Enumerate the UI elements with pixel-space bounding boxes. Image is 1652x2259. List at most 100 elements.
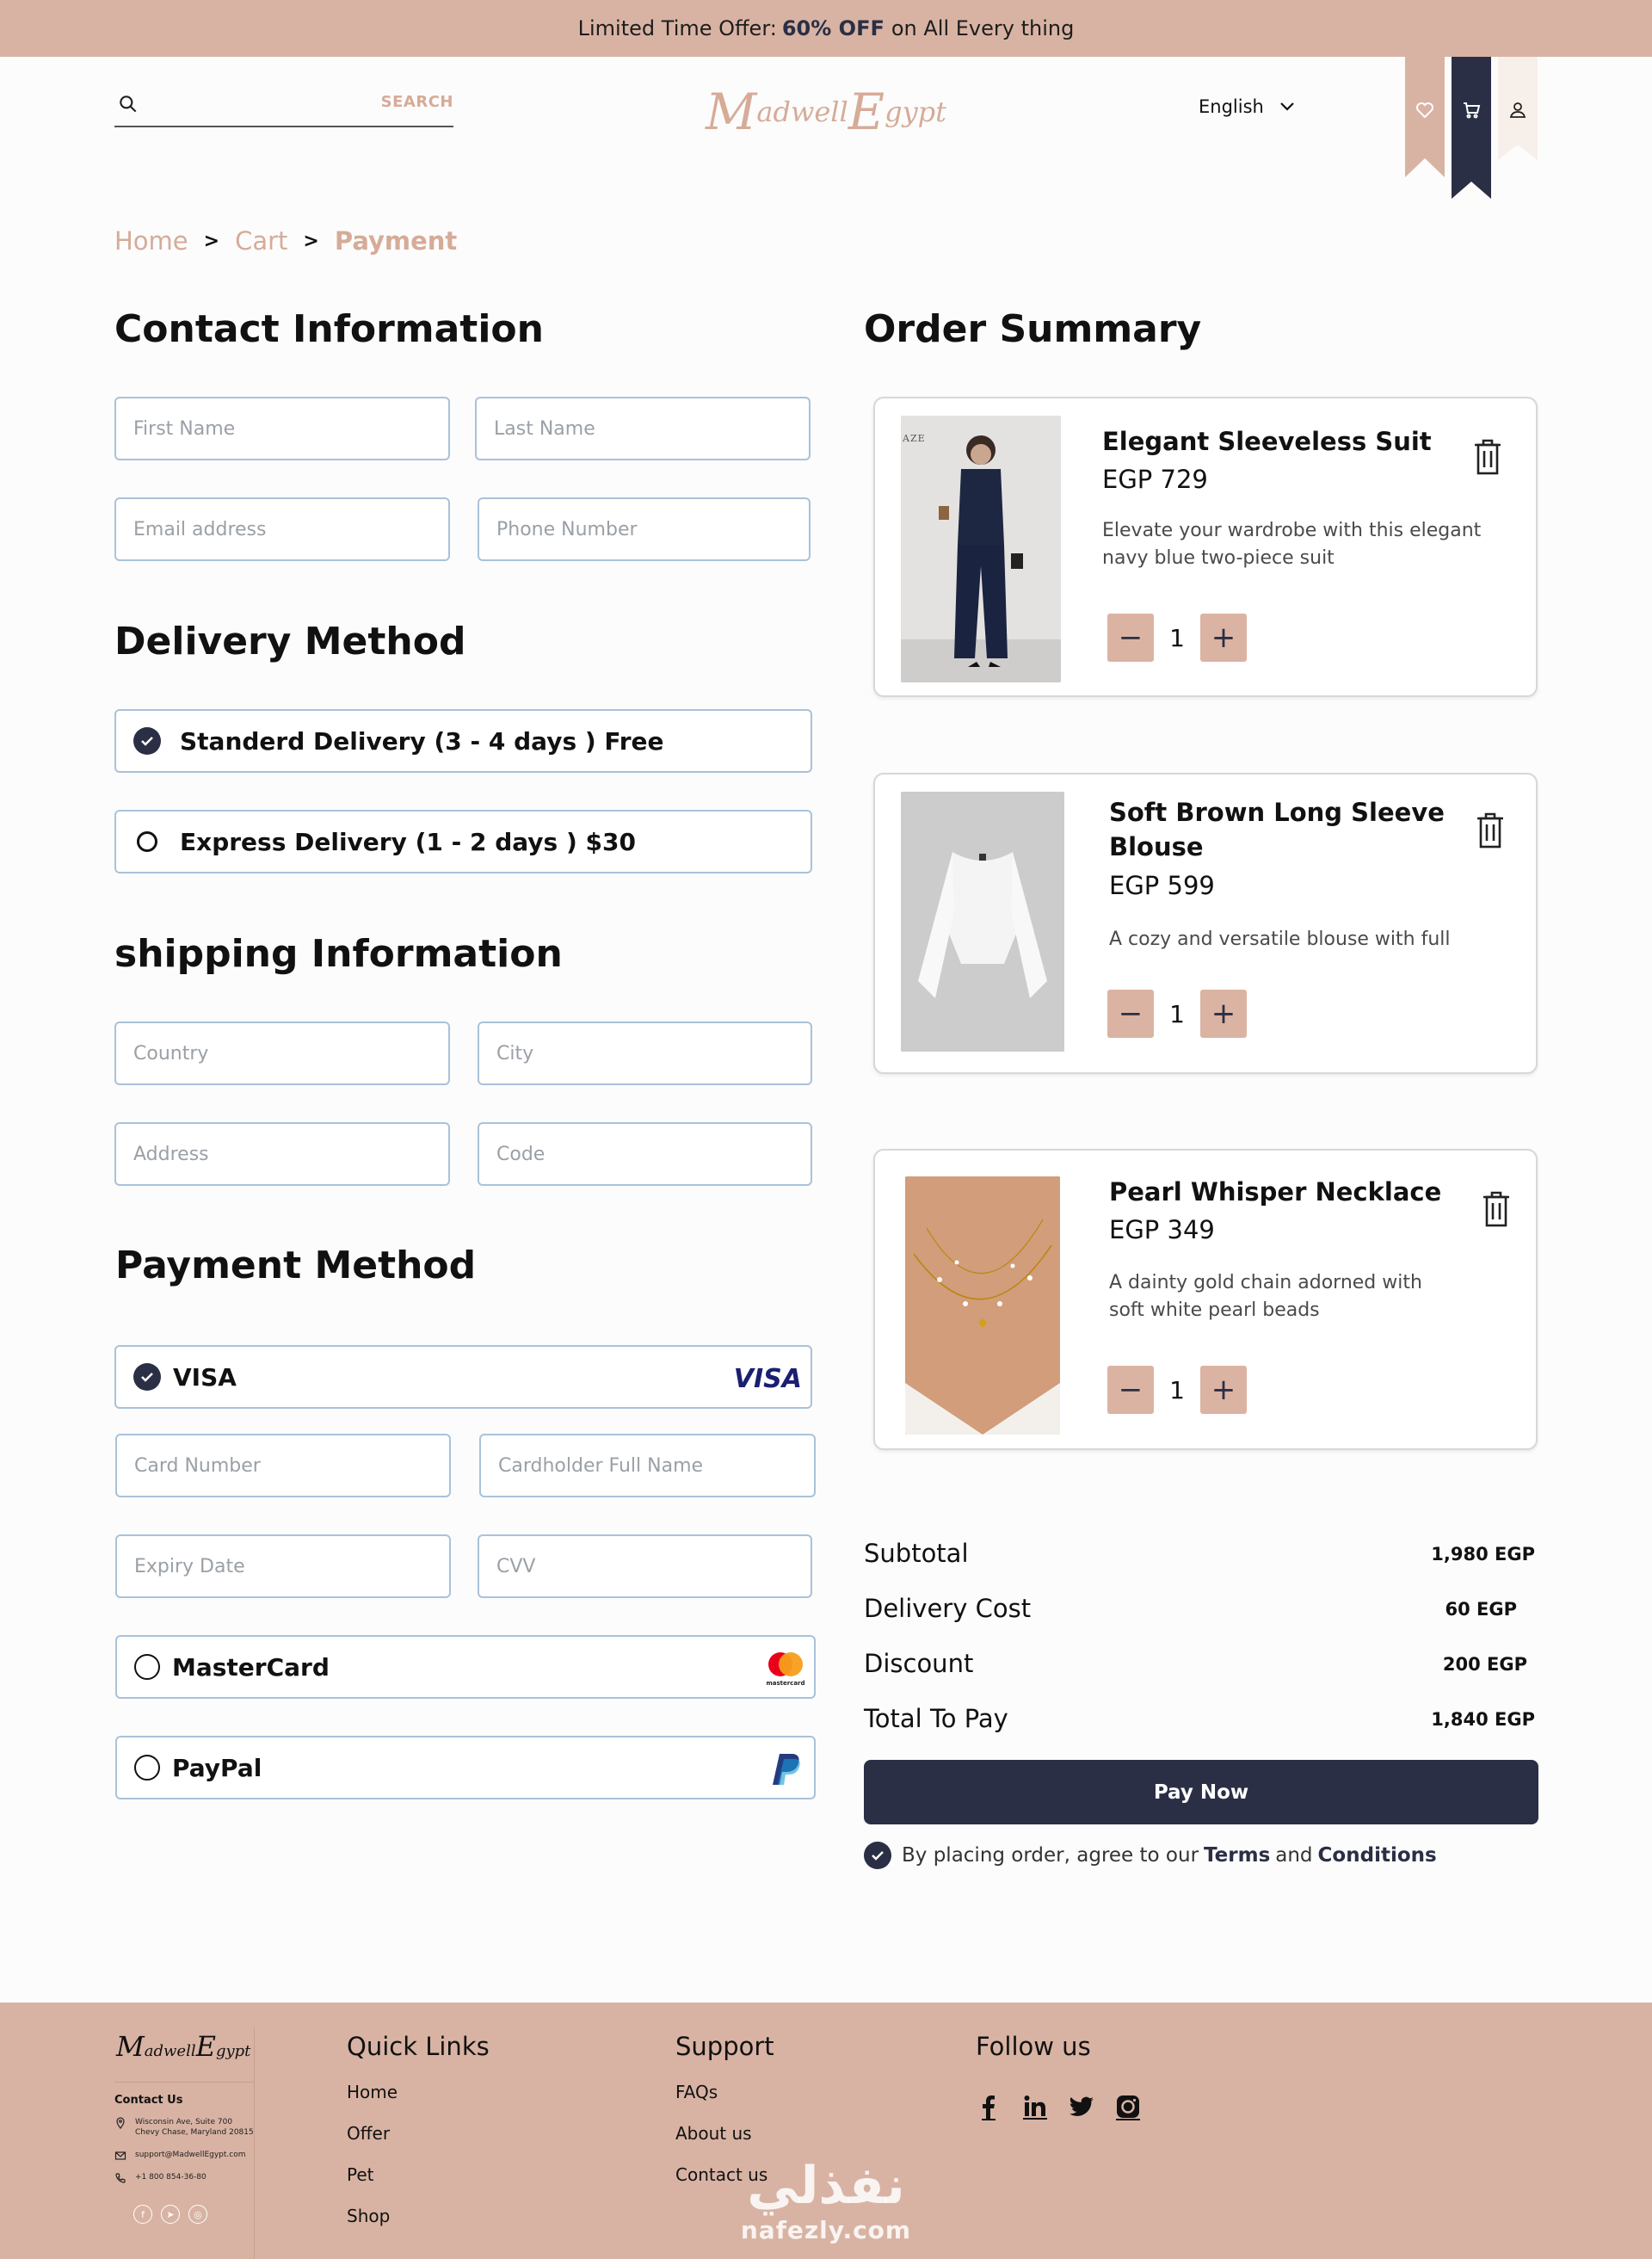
email-field[interactable] bbox=[114, 497, 450, 561]
product-title: Elegant Sleeveless Suit bbox=[1102, 427, 1432, 456]
cvv-field[interactable] bbox=[478, 1534, 812, 1598]
product-price: EGP 599 bbox=[1109, 871, 1215, 900]
linkedin-icon[interactable] bbox=[1021, 2093, 1049, 2120]
trash-icon[interactable] bbox=[1481, 1190, 1512, 1228]
footer-link-about[interactable]: About us bbox=[675, 2123, 752, 2144]
footer-address-line: Chevy Chase, Maryland 20815 bbox=[135, 2128, 254, 2137]
cart-item: AZE Elegant Sleeveless Suit EGP 729 Elev… bbox=[873, 397, 1538, 697]
increase-qty-button[interactable]: + bbox=[1200, 614, 1247, 662]
trash-icon[interactable] bbox=[1475, 812, 1506, 849]
visa-logo-icon: VISA bbox=[733, 1363, 802, 1394]
cardholder-name-field[interactable] bbox=[479, 1434, 816, 1497]
last-name-field[interactable] bbox=[475, 397, 811, 460]
product-title: Pearl Whisper Necklace bbox=[1109, 1177, 1442, 1207]
search-button[interactable]: SEARCH bbox=[381, 93, 453, 111]
banner-suffix: on All Every thing bbox=[891, 16, 1075, 40]
breadcrumb: Home > Cart > Payment bbox=[114, 226, 457, 256]
subtotal-label: Subtotal bbox=[864, 1539, 969, 1568]
increase-qty-button[interactable]: + bbox=[1200, 990, 1247, 1038]
product-description-line: navy blue two-piece suit bbox=[1102, 547, 1335, 569]
support-title: Support bbox=[675, 2032, 774, 2061]
phone-field[interactable] bbox=[478, 497, 811, 561]
first-name-field[interactable] bbox=[114, 397, 450, 460]
product-title-line: Blouse bbox=[1109, 832, 1204, 861]
footer-divider bbox=[254, 2028, 255, 2259]
agree-text: By placing order, agree to our bbox=[902, 1844, 1199, 1867]
quantity-stepper: − 1 + bbox=[1107, 614, 1247, 662]
delivery-option-standard[interactable]: Standerd Delivery (3 - 4 days ) Free bbox=[114, 709, 812, 773]
search-icon[interactable] bbox=[117, 93, 139, 115]
product-description-line: Elevate your wardrobe with this elegant bbox=[1102, 520, 1482, 541]
decrease-qty-button[interactable]: − bbox=[1107, 614, 1154, 662]
radio-checked-icon bbox=[133, 1363, 161, 1391]
expiry-date-field[interactable] bbox=[115, 1534, 451, 1598]
svg-text:mastercard: mastercard bbox=[766, 1680, 804, 1687]
follow-title: Follow us bbox=[976, 2032, 1091, 2061]
brand-logo[interactable]: Madwell Egypt bbox=[706, 77, 946, 146]
code-field[interactable] bbox=[478, 1122, 812, 1186]
decrease-qty-button[interactable]: − bbox=[1107, 990, 1154, 1038]
search-input[interactable] bbox=[152, 89, 324, 120]
footer-link-home[interactable]: Home bbox=[347, 2082, 398, 2102]
wishlist-ribbon[interactable] bbox=[1405, 57, 1445, 177]
banner-prefix: Limited Time Offer: bbox=[577, 16, 777, 40]
watermark-arabic: نفذلي bbox=[747, 2156, 905, 2216]
delivery-option-express[interactable]: Express Delivery (1 - 2 days ) $30 bbox=[114, 810, 812, 873]
quantity-stepper: − 1 + bbox=[1107, 990, 1247, 1038]
footer-social bbox=[975, 2093, 1142, 2120]
quantity-value: 1 bbox=[1169, 999, 1185, 1028]
product-image[interactable] bbox=[905, 1176, 1060, 1435]
payment-option-visa[interactable]: VISA VISA bbox=[114, 1345, 812, 1409]
language-selector[interactable]: English bbox=[1199, 96, 1295, 117]
product-title: Soft Brown Long Sleeve Blouse bbox=[1109, 795, 1445, 864]
footer-logo-text: gypt bbox=[215, 2042, 251, 2060]
footer-logo[interactable]: MadwellEgypt bbox=[116, 2030, 250, 2063]
account-ribbon[interactable] bbox=[1498, 57, 1538, 160]
instagram-icon[interactable]: ◎ bbox=[188, 2205, 207, 2224]
chevron-down-icon bbox=[1280, 102, 1294, 111]
footer-phone: +1 800 854-36-80 bbox=[114, 2172, 206, 2184]
footer-email-text[interactable]: support@MadwellEgypt.com bbox=[135, 2150, 246, 2160]
agree-and: and bbox=[1275, 1844, 1313, 1867]
footer-link-pet[interactable]: Pet bbox=[347, 2164, 374, 2185]
cart-item: Soft Brown Long Sleeve Blouse EGP 599 A … bbox=[873, 773, 1538, 1074]
decrease-qty-button[interactable]: − bbox=[1107, 1366, 1154, 1414]
product-image[interactable] bbox=[901, 792, 1064, 1052]
footer-link-shop[interactable]: Shop bbox=[347, 2206, 390, 2226]
address-field[interactable] bbox=[114, 1122, 450, 1186]
increase-qty-button[interactable]: + bbox=[1200, 1366, 1247, 1414]
footer-small-social: f ➤ ◎ bbox=[133, 2205, 207, 2224]
conditions-link[interactable]: Conditions bbox=[1318, 1844, 1437, 1867]
language-label: English bbox=[1199, 96, 1264, 117]
product-description: Elevate your wardrobe with this elegant … bbox=[1102, 517, 1481, 572]
payment-option-paypal[interactable]: PayPal bbox=[115, 1736, 816, 1799]
location-pin-icon bbox=[116, 2117, 125, 2129]
banner-highlight: 60% OFF bbox=[781, 16, 885, 40]
product-title-line: Soft Brown Long Sleeve bbox=[1109, 798, 1445, 827]
quantity-stepper: − 1 + bbox=[1107, 1366, 1247, 1414]
contact-title: Contact Information bbox=[114, 307, 544, 351]
terms-link[interactable]: Terms bbox=[1204, 1844, 1270, 1867]
city-field[interactable] bbox=[478, 1021, 812, 1085]
twitter-icon[interactable] bbox=[1068, 2093, 1095, 2120]
heart-icon bbox=[1416, 102, 1433, 119]
checkbox-checked-icon[interactable] bbox=[864, 1842, 891, 1869]
facebook-icon[interactable] bbox=[975, 2093, 1002, 2120]
product-image[interactable]: AZE bbox=[901, 416, 1061, 682]
payment-option-mastercard[interactable]: MasterCard mastercard bbox=[115, 1635, 816, 1699]
pay-now-button[interactable]: Pay Now bbox=[864, 1760, 1538, 1824]
instagram-icon[interactable] bbox=[1114, 2093, 1142, 2120]
trash-icon[interactable] bbox=[1472, 438, 1503, 476]
visa-label: VISA bbox=[173, 1362, 237, 1392]
paypal-label: PayPal bbox=[172, 1753, 262, 1782]
facebook-icon[interactable]: f bbox=[133, 2205, 152, 2224]
breadcrumb-cart[interactable]: Cart bbox=[235, 226, 287, 256]
card-number-field[interactable] bbox=[115, 1434, 451, 1497]
discount-label: Discount bbox=[864, 1649, 974, 1678]
footer-link-offer[interactable]: Offer bbox=[347, 2123, 390, 2144]
breadcrumb-home[interactable]: Home bbox=[114, 226, 188, 256]
telegram-icon[interactable]: ➤ bbox=[161, 2205, 180, 2224]
cart-ribbon[interactable] bbox=[1452, 57, 1491, 199]
country-field[interactable] bbox=[114, 1021, 450, 1085]
footer-link-faqs[interactable]: FAQs bbox=[675, 2082, 718, 2102]
